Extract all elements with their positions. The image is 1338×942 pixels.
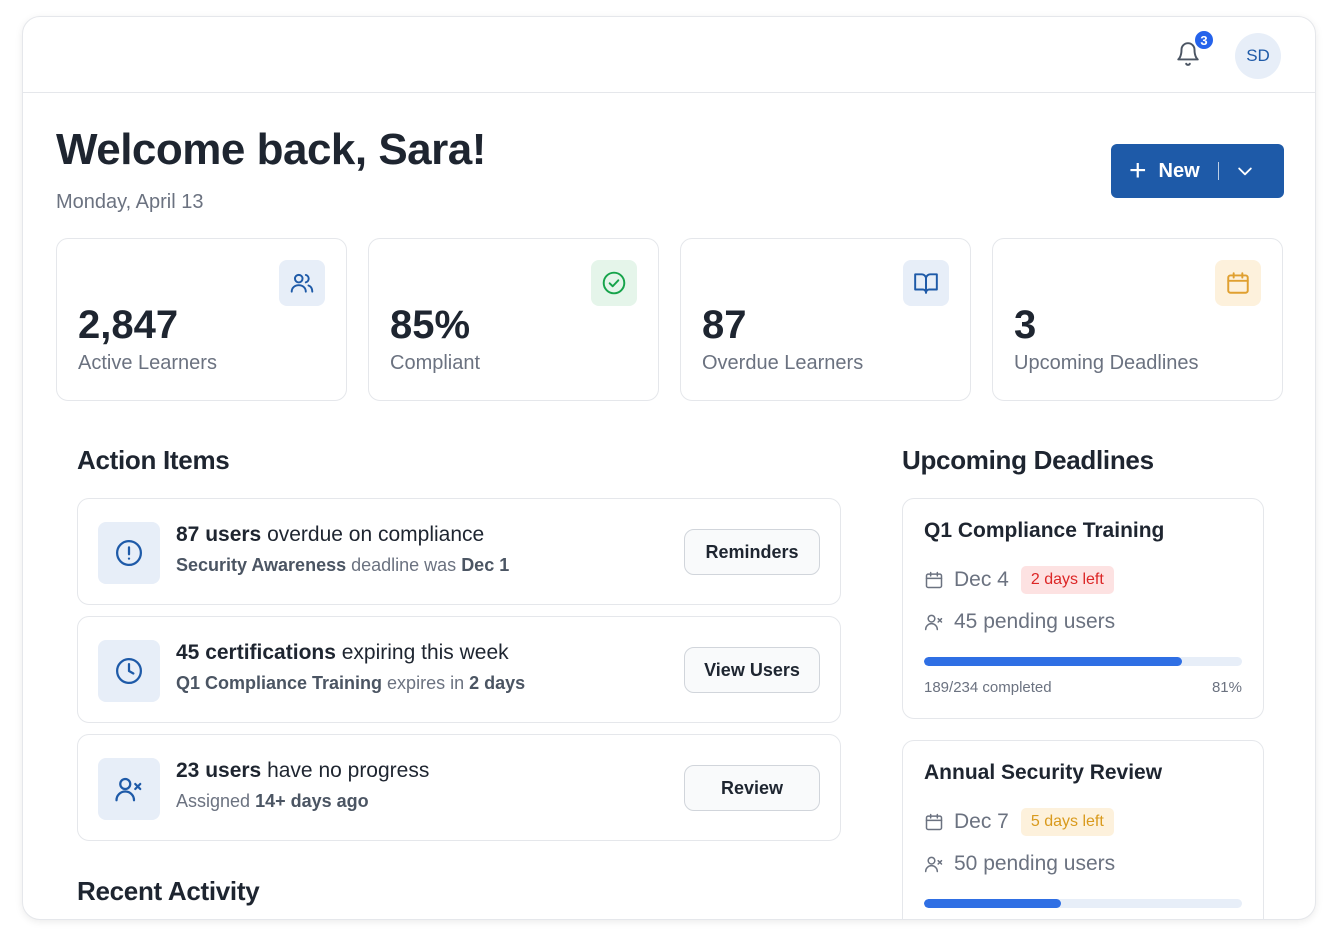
pending-users: 45 pending users xyxy=(954,610,1116,633)
deadline-date: Dec 4 xyxy=(954,568,1009,591)
stat-card-compliant[interactable]: 85% Compliant xyxy=(368,238,659,401)
reminders-button[interactable]: Reminders xyxy=(684,529,820,575)
progress-bar xyxy=(924,657,1242,666)
action-item-subtext: Q1 Compliance Training expires in 2 days xyxy=(176,673,526,693)
upcoming-deadlines-title: Upcoming Deadlines xyxy=(902,445,1154,475)
deadline-date: Dec 7 xyxy=(954,810,1009,833)
days-left-badge: 5 days left xyxy=(1020,808,1114,836)
view-users-button[interactable]: View Users xyxy=(684,647,820,693)
action-item-text: 23 users have no progress xyxy=(176,759,430,782)
action-items-title: Action Items xyxy=(77,445,230,475)
stat-label: Active Learners xyxy=(78,352,217,374)
current-date: Monday, April 13 xyxy=(56,191,204,213)
clock-icon xyxy=(98,640,160,702)
button-divider xyxy=(1217,162,1219,180)
user-x-icon xyxy=(98,758,160,820)
review-button[interactable]: Review xyxy=(684,765,820,811)
action-item-subtext: Assigned 14+ days ago xyxy=(176,791,369,811)
deadline-title: Q1 Compliance Training xyxy=(924,519,1165,542)
user-x-icon xyxy=(924,856,943,873)
stat-card-active-learners[interactable]: 2,847 Active Learners xyxy=(56,238,347,401)
calendar-icon xyxy=(925,813,943,831)
chevron-down-icon[interactable] xyxy=(1235,161,1255,181)
stat-label: Upcoming Deadlines xyxy=(1014,352,1199,374)
new-button-label: New xyxy=(1158,159,1200,182)
deadline-date-row: Dec 7 5 days left xyxy=(924,808,1114,836)
progress-fill xyxy=(924,657,1182,666)
stat-card-overdue-learners[interactable]: 87 Overdue Learners xyxy=(680,238,971,401)
alert-circle-icon xyxy=(98,522,160,584)
action-item-certifications: 45 certifications expiring this week Q1 … xyxy=(77,616,841,723)
new-button[interactable]: + New xyxy=(1111,144,1284,198)
action-item-text: 87 users overdue on compliance xyxy=(176,523,485,546)
deadline-card-annual-security[interactable]: Annual Security Review Dec 7 5 days left… xyxy=(902,740,1264,919)
action-item-no-progress: 23 users have no progress Assigned 14+ d… xyxy=(77,734,841,841)
deadline-date-row: Dec 4 2 days left xyxy=(924,566,1114,594)
stat-label: Compliant xyxy=(390,352,481,374)
progress-fill xyxy=(924,899,1061,908)
days-left-badge: 2 days left xyxy=(1020,566,1114,594)
calendar-icon xyxy=(1215,260,1261,306)
user-avatar[interactable]: SD xyxy=(1235,33,1281,79)
pending-users: 50 pending users xyxy=(954,852,1116,875)
page-title: Welcome back, Sara! xyxy=(56,125,486,174)
stat-card-upcoming-deadlines[interactable]: 3 Upcoming Deadlines xyxy=(992,238,1283,401)
plus-icon: + xyxy=(1129,154,1147,187)
action-item-subtext: Security Awareness deadline was Dec 1 xyxy=(176,555,510,575)
deadline-title: Annual Security Review xyxy=(924,761,1163,784)
pending-users-row: 45 pending users xyxy=(924,610,1115,634)
pending-users-row: 50 pending users xyxy=(924,852,1115,876)
action-item-text: 45 certifications expiring this week xyxy=(176,641,509,664)
stat-value: 2,847 xyxy=(78,303,179,347)
completed-count: 189/234 completed xyxy=(924,679,1052,696)
top-bar: 3 SD xyxy=(23,17,1315,93)
deadline-card-q1-compliance[interactable]: Q1 Compliance Training Dec 4 2 days left… xyxy=(902,498,1264,719)
completed-percent: 81% xyxy=(1211,679,1242,696)
progress-bar xyxy=(924,899,1242,908)
check-circle-icon xyxy=(591,260,637,306)
stat-value: 87 xyxy=(702,303,747,347)
recent-activity-title: Recent Activity xyxy=(77,876,260,906)
notification-count-badge: 3 xyxy=(1193,29,1215,51)
app-window: 3 SD Welcome back, Sara! Monday, April 1… xyxy=(22,16,1316,920)
calendar-icon xyxy=(925,571,943,589)
stat-label: Overdue Learners xyxy=(702,352,864,374)
users-icon xyxy=(279,260,325,306)
stat-value: 85% xyxy=(390,303,471,347)
book-open-icon xyxy=(903,260,949,306)
user-x-icon xyxy=(924,614,943,631)
action-item-overdue: 87 users overdue on compliance Security … xyxy=(77,498,841,605)
stat-value: 3 xyxy=(1014,303,1037,347)
